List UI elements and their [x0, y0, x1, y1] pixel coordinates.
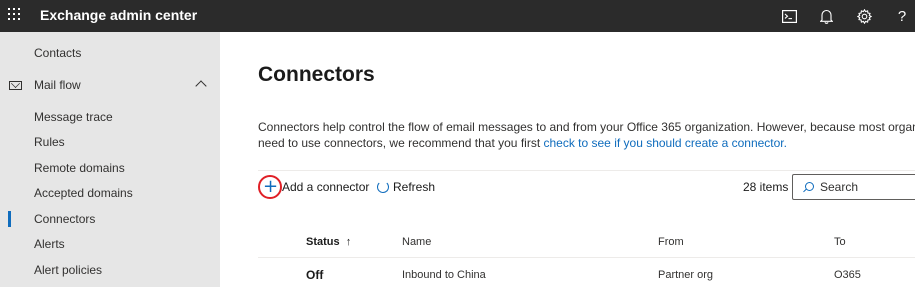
top-bar: Exchange admin center ?	[0, 0, 915, 32]
sidebar-item-contacts[interactable]: Contacts	[0, 41, 220, 65]
sidebar-item-label: Remote domains	[34, 161, 125, 175]
column-header-name[interactable]: Name	[402, 236, 431, 248]
sidebar-item-label: Mail flow	[34, 78, 81, 92]
bell-icon[interactable]	[816, 6, 836, 26]
add-connector-label: Add a connector	[282, 180, 370, 194]
sidebar-item-label: Alert policies	[34, 263, 103, 277]
items-count: 28 items	[743, 180, 789, 194]
page-title: Connectors	[258, 63, 375, 86]
description-line-2: need to use connectors, we recommend tha…	[258, 135, 915, 151]
search-input[interactable]: Search	[792, 174, 915, 200]
column-header-status[interactable]: Status ↑	[306, 236, 351, 248]
terminal-icon[interactable]	[779, 6, 799, 26]
description-text: need to use connectors, we recommend tha…	[258, 136, 544, 150]
sidebar-item-label: Accepted domains	[34, 186, 133, 200]
sidebar-item-accepted-domains[interactable]: Accepted domains	[0, 181, 220, 205]
sidebar-item-alert-policies[interactable]: Alert policies	[0, 258, 220, 282]
help-icon[interactable]: ?	[892, 6, 912, 26]
main-content: Connectors Connectors help control the f…	[220, 32, 915, 287]
sidebar-item-message-trace[interactable]: Message trace	[0, 105, 220, 129]
sidebar-item-label: Alerts	[34, 237, 65, 251]
waffle-icon[interactable]	[8, 8, 22, 22]
header-divider	[258, 257, 915, 258]
sidebar: Contacts Mail flow Message trace Rules R…	[0, 32, 220, 287]
sidebar-item-label: Contacts	[34, 46, 82, 60]
mail-icon	[9, 81, 22, 90]
description-line-1: Connectors help control the flow of emai…	[258, 120, 915, 134]
sort-ascending-icon: ↑	[345, 236, 352, 248]
sidebar-item-alerts[interactable]: Alerts	[0, 232, 220, 256]
refresh-icon	[377, 181, 389, 193]
sidebar-item-mail-flow[interactable]: Mail flow	[0, 73, 220, 97]
sidebar-item-label: Message trace	[34, 110, 113, 124]
search-placeholder: Search	[820, 180, 859, 194]
search-icon	[803, 181, 814, 193]
column-header-from[interactable]: From	[658, 236, 684, 248]
chevron-up-icon[interactable]	[195, 80, 207, 92]
cell-from: Partner org	[658, 269, 714, 281]
gear-icon[interactable]	[854, 6, 874, 26]
sidebar-item-remote-domains[interactable]: Remote domains	[0, 156, 220, 180]
active-indicator	[8, 211, 11, 227]
cell-name: Inbound to China	[402, 269, 486, 281]
sidebar-item-rules[interactable]: Rules	[0, 130, 220, 154]
toolbar-divider	[258, 170, 915, 171]
refresh-label: Refresh	[393, 180, 436, 194]
sidebar-item-label: Rules	[34, 135, 65, 149]
column-header-to[interactable]: To	[834, 236, 846, 248]
app-title: Exchange admin center	[40, 7, 198, 23]
create-connector-link[interactable]: check to see if you should create a conn…	[543, 136, 786, 150]
sidebar-item-connectors[interactable]: Connectors	[0, 207, 220, 231]
sidebar-item-label: Connectors	[34, 212, 96, 226]
add-connector-button[interactable]: + Add a connector	[258, 175, 369, 199]
plus-icon-wrap: +	[258, 175, 282, 199]
cell-status: Off	[306, 268, 324, 282]
plus-icon: +	[263, 176, 279, 197]
column-label: Status	[306, 236, 340, 248]
cell-to: O365	[834, 269, 861, 281]
refresh-button[interactable]: Refresh	[377, 175, 435, 199]
page-description: Connectors help control the flow of emai…	[258, 119, 915, 151]
